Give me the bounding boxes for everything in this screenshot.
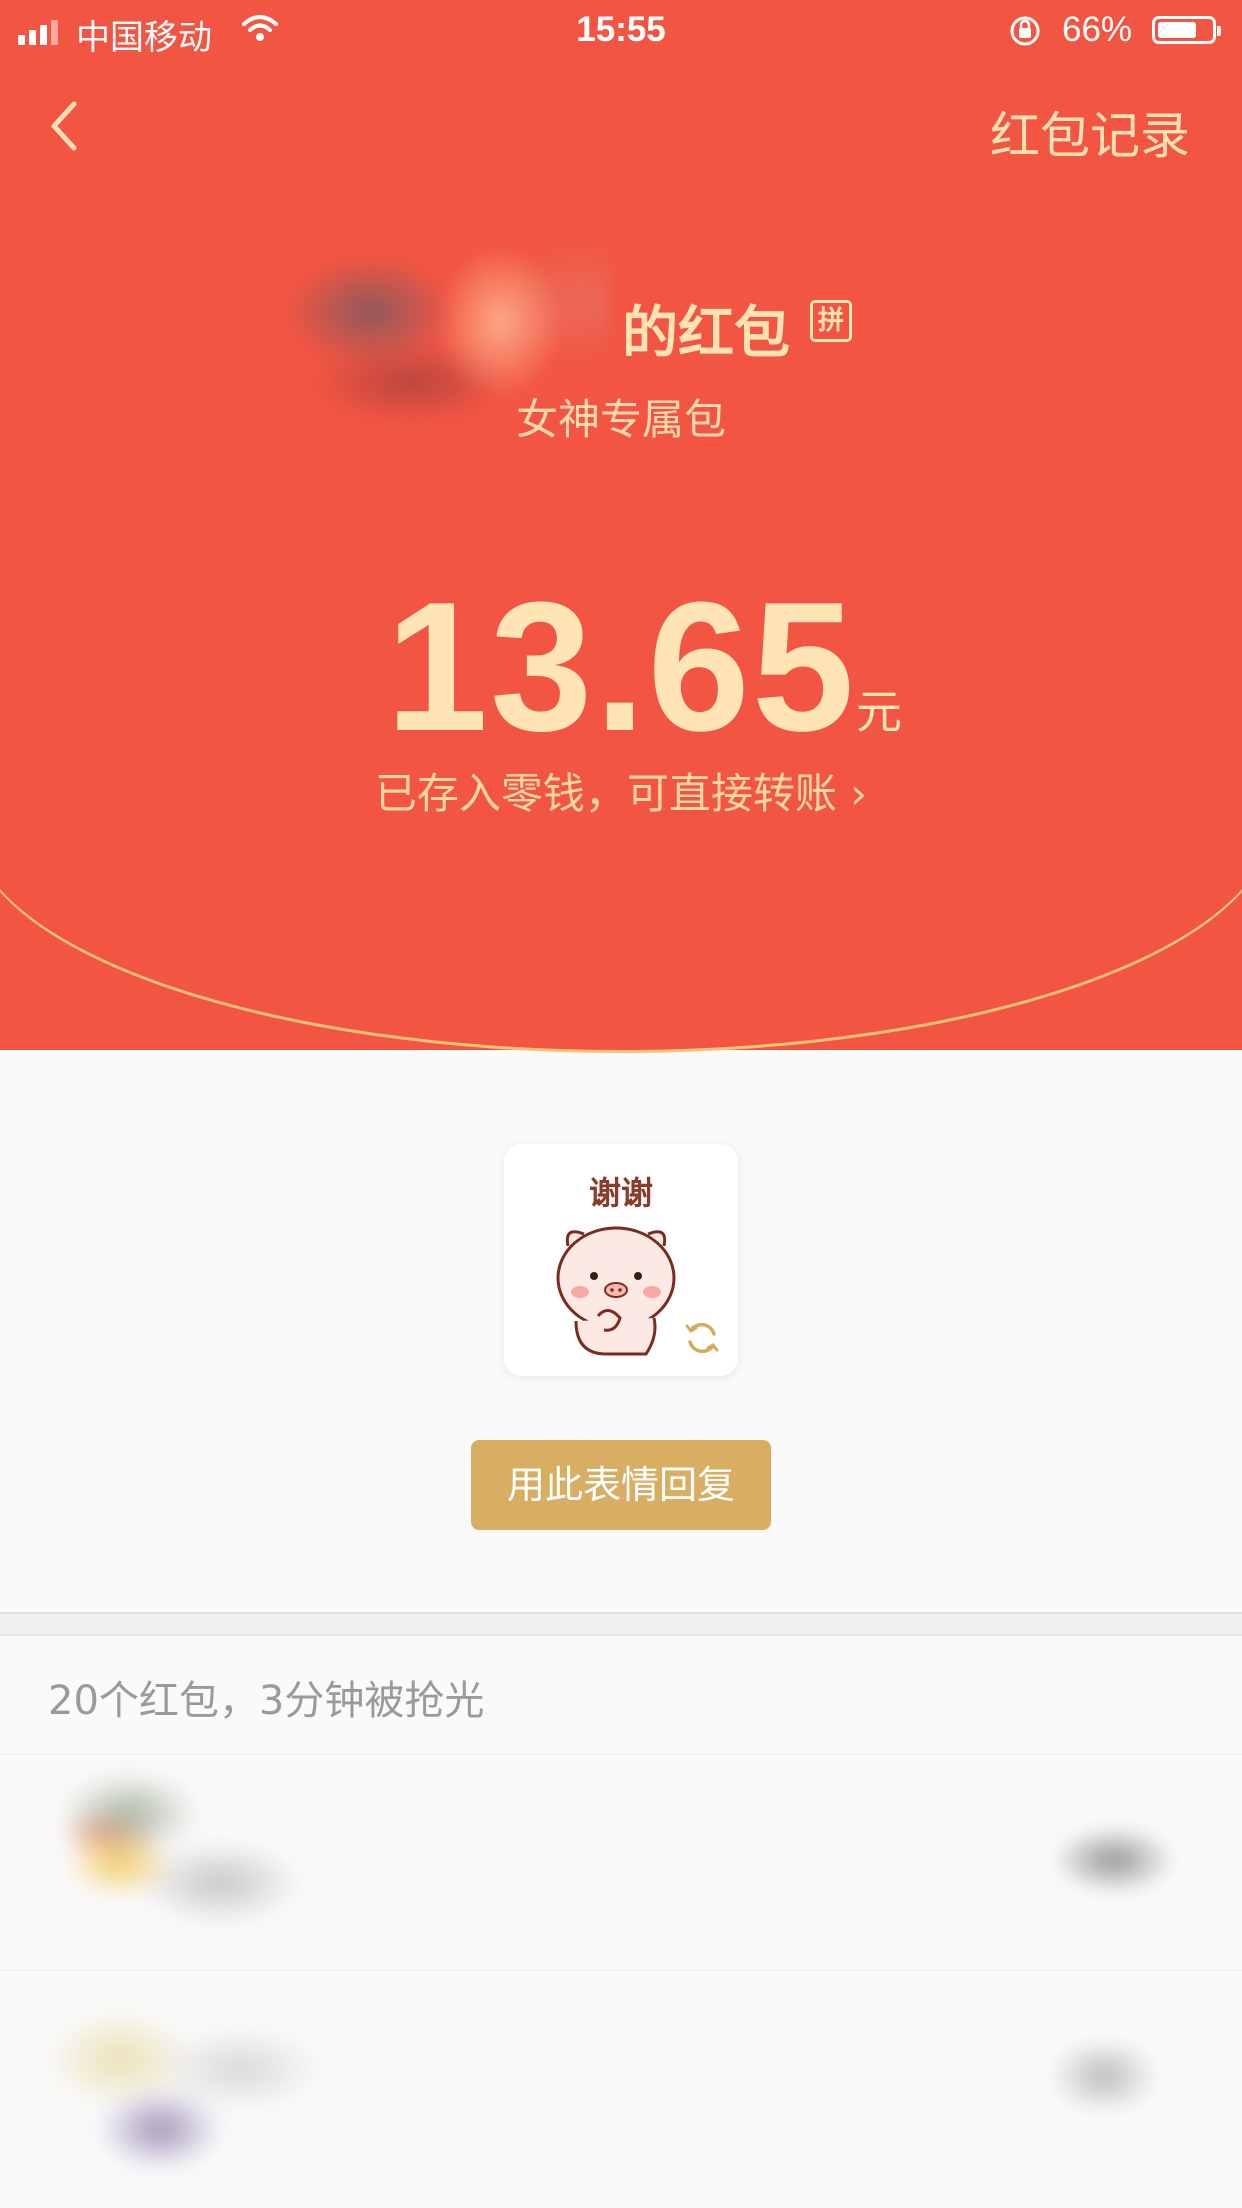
back-button[interactable] xyxy=(40,96,90,156)
list-item[interactable] xyxy=(0,1754,1242,1970)
red-packet-detail-page: 中国移动 15:55 66% 红包记录 的红包 拼 女神专属包 13.65 元 … xyxy=(0,0,1242,2208)
sender-title: 的红包 xyxy=(622,301,790,366)
amount-block: 13.65 元 xyxy=(0,560,1242,772)
battery-percent: 66% xyxy=(1062,10,1133,49)
pig-sticker-icon xyxy=(556,1226,676,1356)
refresh-icon[interactable] xyxy=(682,1318,722,1358)
receiver-list xyxy=(0,1754,1242,2186)
received-amount-blurred xyxy=(994,2021,1194,2131)
blessing-message: 女神专属包 xyxy=(515,395,726,444)
status-bar: 中国移动 15:55 66% xyxy=(0,0,1242,62)
status-time: 15:55 xyxy=(576,10,666,49)
section-divider xyxy=(0,1612,1242,1636)
rotation-lock-icon xyxy=(1010,16,1040,46)
amount-value: 13.65 xyxy=(385,563,857,769)
currency-unit: 元 xyxy=(856,685,902,739)
sticker-card[interactable]: 谢谢 xyxy=(504,1144,738,1376)
received-amount-blurred xyxy=(994,1805,1194,1915)
red-packet-records-link[interactable]: 红包记录 xyxy=(990,96,1190,168)
packet-summary: 20个红包，3分钟被抢光 xyxy=(48,1678,485,1724)
avatar xyxy=(40,1989,320,2169)
list-item[interactable] xyxy=(0,1970,1242,2186)
avatar xyxy=(40,1773,320,1953)
reply-with-sticker-button[interactable]: 用此表情回复 xyxy=(471,1440,771,1530)
group-packet-badge: 拼 xyxy=(810,300,852,342)
battery-icon xyxy=(1152,16,1221,44)
deposit-change-link[interactable]: 已存入零钱，可直接转账 › xyxy=(0,760,1242,821)
